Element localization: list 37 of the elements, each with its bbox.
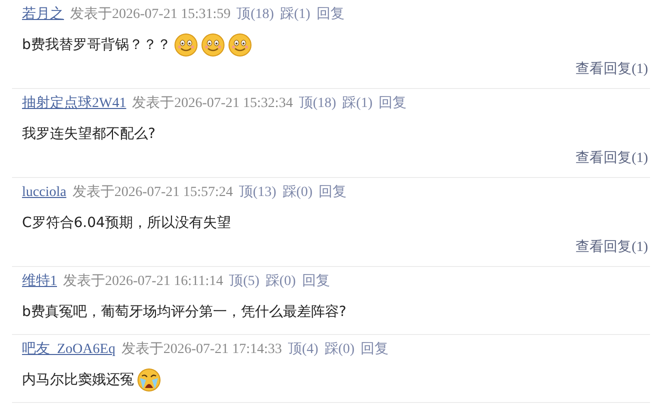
reply-link[interactable]: 回复 — [378, 95, 406, 113]
downvote-link[interactable]: 踩(1) — [280, 6, 310, 24]
smiley-icon — [228, 33, 252, 57]
author-name[interactable]: lucciola — [22, 184, 66, 202]
author-name[interactable]: 若月之 — [22, 6, 64, 24]
upvote-link[interactable]: 顶(18) — [298, 95, 336, 113]
comment-text: b费我替罗哥背锅？？？ — [22, 36, 171, 55]
downvote-link[interactable]: 踩(0) — [282, 184, 313, 202]
author-name[interactable]: 维特1 — [22, 273, 57, 291]
comment-text: C罗符合6.04预期，所以没有失望 — [22, 214, 231, 233]
reply-link[interactable]: 回复 — [316, 6, 344, 24]
smiley-icon — [174, 33, 198, 57]
author-name[interactable]: 抽射定点球2W41 — [22, 95, 126, 113]
smiley-icon — [200, 33, 225, 57]
upvote-link[interactable]: 顶(13) — [238, 184, 276, 202]
crying-face-icon — [137, 368, 161, 392]
reply-link[interactable]: 回复 — [360, 341, 389, 359]
view-replies-link[interactable]: 查看回复(1) — [576, 62, 648, 77]
comment-text: b费真冤吧，葡萄牙场均评分第一，凭什么最差阵容? — [22, 303, 346, 322]
post-time: 发表于2026-07-21 15:31:59 — [70, 6, 231, 24]
downvote-link[interactable]: 踩(0) — [265, 273, 296, 291]
reply-link[interactable]: 回复 — [318, 184, 347, 202]
comment-text: 我罗连失望都不配么? — [22, 125, 156, 144]
reply-link[interactable]: 回复 — [302, 273, 330, 291]
upvote-link[interactable]: 顶(4) — [288, 341, 318, 359]
post-time: 发表于2026-07-21 17:14:33 — [121, 341, 282, 359]
upvote-link[interactable]: 顶(18) — [236, 6, 274, 24]
view-replies-link[interactable]: 查看回复(1) — [576, 240, 648, 255]
upvote-link[interactable]: 顶(5) — [229, 273, 260, 291]
downvote-link[interactable]: 踩(0) — [324, 341, 355, 359]
downvote-link[interactable]: 踩(1) — [342, 95, 372, 113]
view-replies-link[interactable]: 查看回复(1) — [576, 151, 648, 166]
post-time: 发表于2026-07-21 15:32:34 — [132, 95, 293, 113]
post-time: 发表于2026-07-21 16:11:14 — [63, 273, 224, 291]
post-time: 发表于2026-07-21 15:57:24 — [72, 184, 233, 202]
comment-text: 内马尔比窦娥还冤 — [22, 371, 134, 390]
author-name[interactable]: 吧友_ZoOA6Eq — [22, 341, 116, 359]
